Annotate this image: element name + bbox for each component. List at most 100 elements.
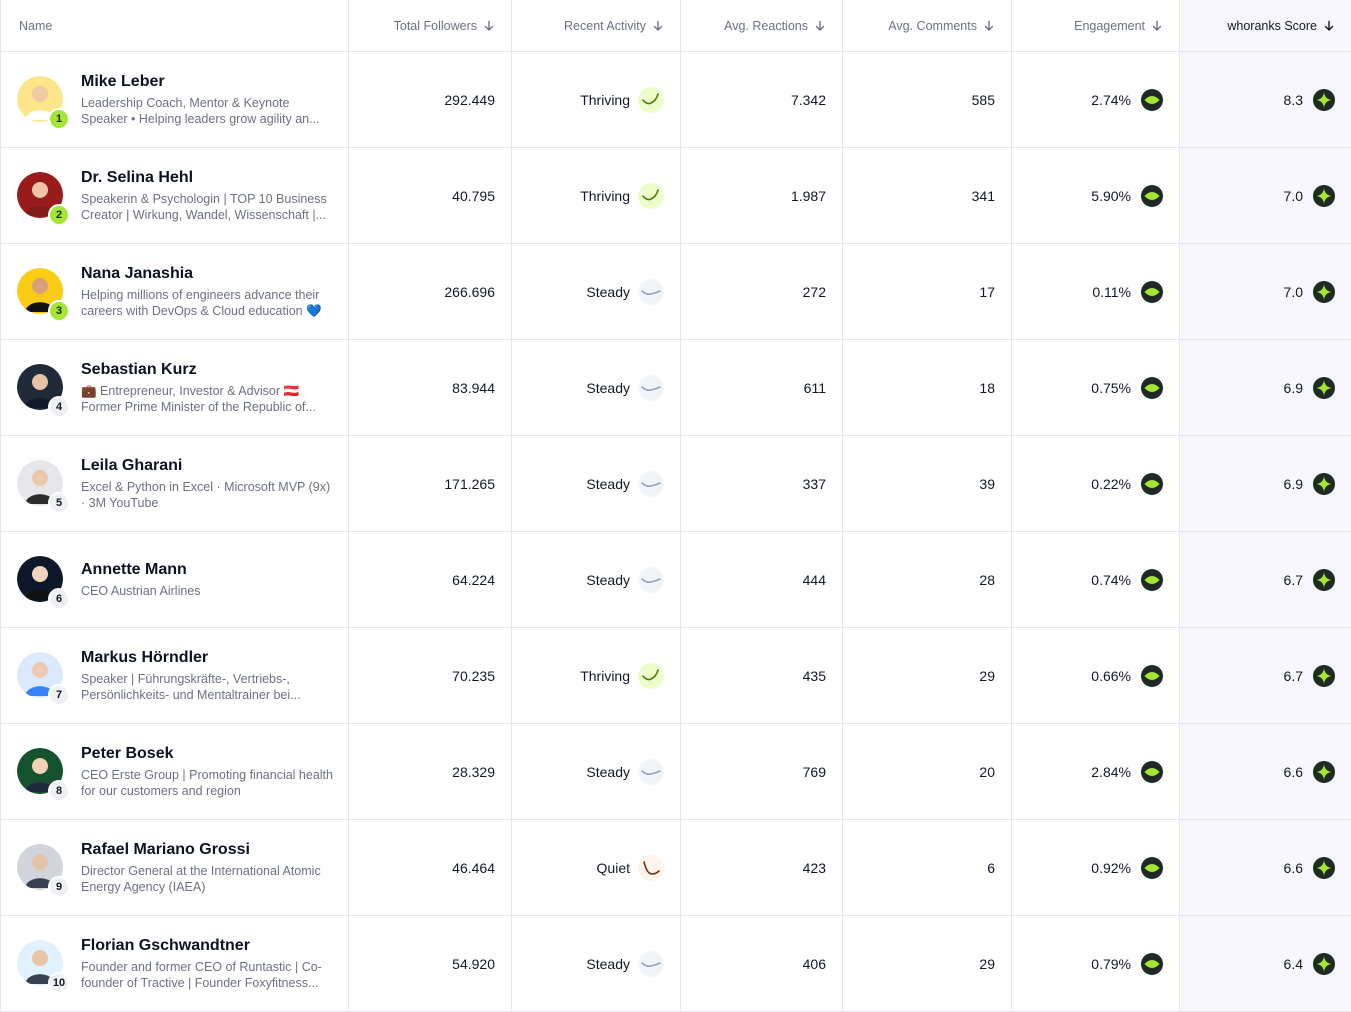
table-row[interactable]: 8 Peter Bosek CEO Erste Group | Promotin…: [1, 724, 1351, 820]
engagement-cell: 2.74%: [1012, 52, 1180, 147]
sort-arrow-down-icon[interactable]: [983, 20, 995, 32]
score-cell: 8.3: [1180, 52, 1351, 147]
table-row[interactable]: 7 Markus Hörndler Speaker | Führungskräf…: [1, 628, 1351, 724]
profile-text: Markus Hörndler Speaker | Führungskräfte…: [81, 649, 335, 703]
activity-trend-icon: [638, 182, 664, 209]
score-sparkle-icon: [1313, 184, 1335, 207]
person-name[interactable]: Rafael Mariano Grossi: [81, 841, 335, 859]
followers-value: 46.464: [452, 859, 495, 876]
header-comments[interactable]: Avg. Comments: [843, 0, 1012, 51]
activity-label: Steady: [586, 763, 630, 780]
person-headline: Director General at the International At…: [81, 863, 321, 894]
comments-value: 6: [987, 859, 995, 876]
score-status: 6.9: [1283, 472, 1335, 495]
sort-arrow-down-icon[interactable]: [814, 20, 826, 32]
avatar-wrap: 8: [17, 747, 70, 802]
person-name[interactable]: Leila Gharani: [81, 457, 335, 475]
header-reactions[interactable]: Avg. Reactions: [681, 0, 843, 51]
score-cell: 6.4: [1180, 916, 1351, 1011]
rank-badge: 6: [48, 587, 70, 610]
activity-trend-icon: [638, 470, 664, 497]
reactions-value: 611: [803, 379, 826, 396]
comments-value: 341: [971, 187, 995, 204]
reactions-cell: 423: [681, 820, 843, 915]
name-cell: 10 Florian Gschwandtner Founder and form…: [1, 916, 349, 1011]
score-value: 6.7: [1283, 667, 1303, 684]
person-headline: CEO Erste Group | Promoting financial he…: [81, 767, 333, 798]
person-name[interactable]: Dr. Selina Hehl: [81, 169, 335, 187]
sort-arrow-down-icon[interactable]: [483, 20, 495, 32]
activity-cell: Thriving: [512, 628, 681, 723]
score-cell: 6.7: [1180, 532, 1351, 627]
table-row[interactable]: 2 Dr. Selina Hehl Speakerin & Psychologi…: [1, 148, 1351, 244]
activity-trend-icon: [638, 758, 664, 785]
activity-label: Thriving: [580, 667, 630, 684]
header-name[interactable]: Name: [1, 0, 349, 51]
score-sparkle-icon: [1313, 568, 1335, 591]
table-row[interactable]: 3 Nana Janashia Helping millions of engi…: [1, 244, 1351, 340]
person-name[interactable]: Nana Janashia: [81, 265, 335, 283]
person-name[interactable]: Florian Gschwandtner: [81, 937, 335, 955]
score-cell: 6.7: [1180, 628, 1351, 723]
engagement-eye-icon: [1141, 88, 1163, 111]
score-sparkle-icon: [1313, 664, 1335, 687]
followers-value: 171.265: [444, 475, 495, 492]
person-name[interactable]: Markus Hörndler: [81, 649, 335, 667]
comments-value: 17: [979, 283, 995, 300]
reactions-value: 337: [802, 475, 826, 492]
sort-arrow-down-icon[interactable]: [1151, 20, 1163, 32]
engagement-value: 0.11%: [1092, 283, 1131, 300]
activity-cell: Steady: [512, 244, 681, 339]
engagement-cell: 0.79%: [1012, 916, 1180, 1011]
table-header: Name Total Followers Recent Activity Avg…: [1, 0, 1351, 52]
person-name[interactable]: Sebastian Kurz: [81, 361, 335, 379]
person-name[interactable]: Peter Bosek: [81, 745, 335, 763]
header-activity[interactable]: Recent Activity: [512, 0, 681, 51]
leaderboard-table: Name Total Followers Recent Activity Avg…: [0, 0, 1351, 1012]
score-value: 6.9: [1283, 475, 1303, 492]
reactions-value: 272: [802, 283, 826, 300]
engagement-value: 5.90%: [1091, 187, 1131, 204]
engagement-status: 0.75%: [1091, 376, 1163, 399]
activity-status: Quiet: [597, 854, 664, 881]
header-followers[interactable]: Total Followers: [349, 0, 512, 51]
header-score[interactable]: whoranks Score: [1180, 0, 1351, 51]
engagement-eye-icon: [1141, 280, 1163, 303]
engagement-value: 0.75%: [1091, 379, 1131, 396]
header-engagement[interactable]: Engagement: [1012, 0, 1180, 51]
person-headline: 💼 Entrepreneur, Investor & Advisor 🇦🇹 Fo…: [81, 383, 316, 414]
table-row[interactable]: 9 Rafael Mariano Grossi Director General…: [1, 820, 1351, 916]
rank-badge: 9: [48, 875, 70, 898]
activity-label: Thriving: [580, 187, 630, 204]
person-name[interactable]: Mike Leber: [81, 73, 335, 91]
name-cell: 1 Mike Leber Leadership Coach, Mentor & …: [1, 52, 349, 147]
engagement-status: 2.84%: [1091, 760, 1163, 783]
comments-cell: 17: [843, 244, 1012, 339]
rank-badge: 10: [48, 971, 70, 994]
followers-cell: 292.449: [349, 52, 512, 147]
engagement-eye-icon: [1141, 184, 1163, 207]
followers-value: 70.235: [452, 667, 495, 684]
table-row[interactable]: 1 Mike Leber Leadership Coach, Mentor & …: [1, 52, 1351, 148]
profile-text: Annette Mann CEO Austrian Airlines: [81, 561, 201, 599]
profile-text: Mike Leber Leadership Coach, Mentor & Ke…: [81, 73, 335, 127]
activity-cell: Steady: [512, 916, 681, 1011]
profile-text: Nana Janashia Helping millions of engine…: [81, 265, 335, 319]
person-name[interactable]: Annette Mann: [81, 561, 201, 579]
person-headline: CEO Austrian Airlines: [81, 583, 201, 598]
sort-arrow-down-icon[interactable]: [1323, 20, 1335, 32]
score-value: 8.3: [1283, 91, 1303, 108]
table-row[interactable]: 6 Annette Mann CEO Austrian Airlines 64.…: [1, 532, 1351, 628]
comments-cell: 18: [843, 340, 1012, 435]
table-row[interactable]: 10 Florian Gschwandtner Founder and form…: [1, 916, 1351, 1012]
rank-badge: 2: [48, 203, 70, 226]
engagement-eye-icon: [1141, 952, 1163, 975]
engagement-cell: 0.66%: [1012, 628, 1180, 723]
activity-label: Thriving: [580, 91, 630, 108]
engagement-status: 0.22%: [1091, 472, 1163, 495]
comments-cell: 29: [843, 628, 1012, 723]
sort-arrow-down-icon[interactable]: [652, 20, 664, 32]
table-row[interactable]: 5 Leila Gharani Excel & Python in Excel …: [1, 436, 1351, 532]
person-headline: Speaker | Führungskräfte-, Vertriebs-, P…: [81, 671, 301, 702]
table-row[interactable]: 4 Sebastian Kurz 💼 Entrepreneur, Investo…: [1, 340, 1351, 436]
